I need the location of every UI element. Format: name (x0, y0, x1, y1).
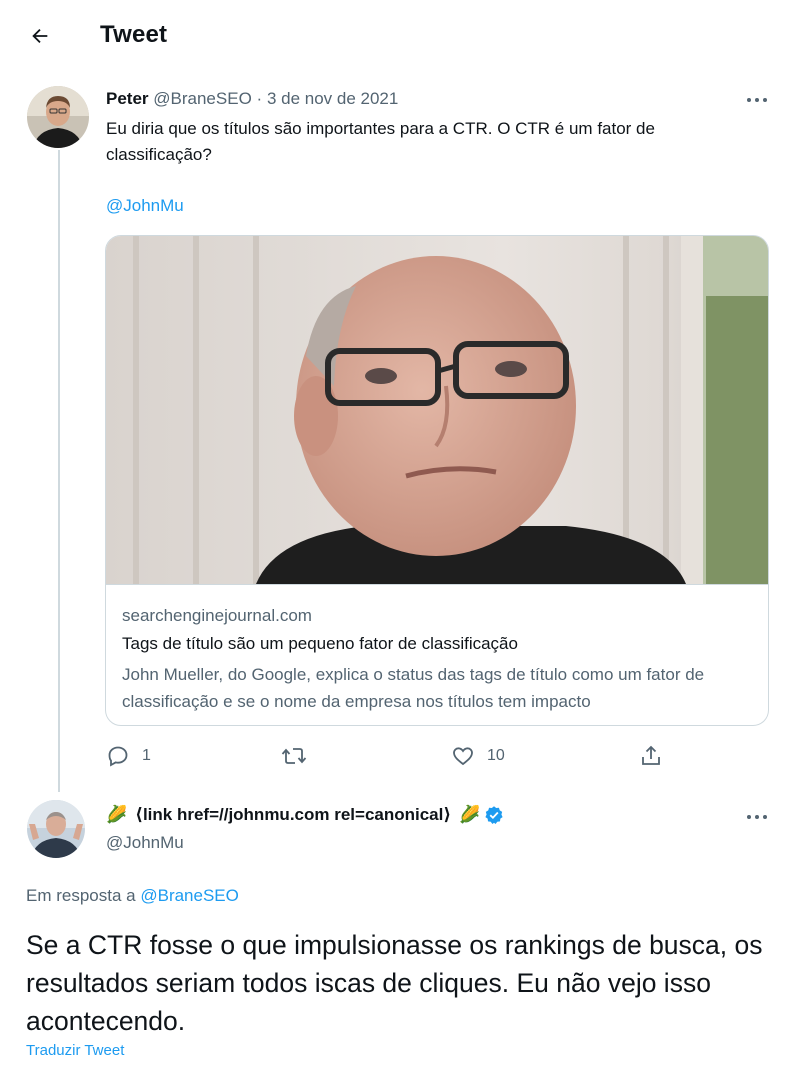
tweet-text: Eu diria que os títulos são importantes … (106, 119, 655, 164)
retweet-icon (281, 748, 307, 764)
like-button[interactable]: 10 (451, 744, 505, 768)
reply-prefix: Em resposta a (26, 886, 136, 905)
author-name: ⟨link href=//johnmu.com rel=canonical⟩ (135, 805, 452, 824)
separator: · (256, 89, 263, 108)
more-options-button[interactable] (742, 807, 772, 827)
arrow-left-icon (32, 28, 48, 44)
like-count: 10 (487, 747, 505, 764)
card-image (106, 236, 768, 584)
more-icon (747, 98, 767, 102)
thread-connector (58, 150, 60, 792)
more-options-button[interactable] (742, 90, 772, 110)
card-body: searchenginejournal.com Tags de título s… (106, 584, 768, 725)
share-button[interactable] (639, 744, 663, 768)
tweet-actions: 1 10 (0, 738, 810, 776)
page-header: Tweet (0, 0, 810, 70)
reply-count: 1 (142, 747, 151, 764)
verified-badge-icon (485, 806, 503, 824)
tweet-header: Peter @BraneSEO · 3 de nov de 2021 (106, 89, 398, 109)
tweet-text: Se a CTR fosse o que impulsionasse os ra… (26, 930, 763, 1036)
reply-button[interactable]: 1 (106, 744, 151, 768)
author-name[interactable]: Peter (106, 89, 149, 108)
tweet-date[interactable]: 3 de nov de 2021 (267, 89, 398, 108)
corn-emoji: 🌽 (459, 805, 481, 824)
author-handle[interactable]: @JohnMu (106, 833, 184, 853)
page-title: Tweet (100, 21, 168, 48)
author-handle[interactable]: @BraneSEO (153, 89, 252, 108)
more-icon (747, 815, 767, 819)
avatar[interactable] (27, 86, 89, 148)
link-card[interactable]: searchenginejournal.com Tags de título s… (105, 235, 769, 726)
mention-link[interactable]: @JohnMu (106, 196, 184, 216)
author-name-row[interactable]: 🌽 ⟨link href=//johnmu.com rel=canonical⟩… (106, 805, 504, 825)
card-title: Tags de título são um pequeno fator de c… (122, 634, 518, 653)
heart-icon (453, 747, 473, 766)
reply-context: Em resposta a @BraneSEO (26, 886, 239, 906)
retweet-button[interactable] (281, 744, 307, 768)
card-description: John Mueller, do Google, explica o statu… (122, 665, 705, 711)
corn-emoji: 🌽 (106, 805, 128, 824)
reply-to-handle[interactable]: @BraneSEO (140, 886, 239, 905)
back-button[interactable] (22, 18, 58, 54)
card-domain: searchenginejournal.com (122, 606, 312, 625)
reply-icon (108, 746, 128, 767)
translate-link[interactable]: Traduzir Tweet (26, 1042, 124, 1059)
avatar[interactable] (27, 800, 85, 858)
share-icon (642, 745, 660, 765)
